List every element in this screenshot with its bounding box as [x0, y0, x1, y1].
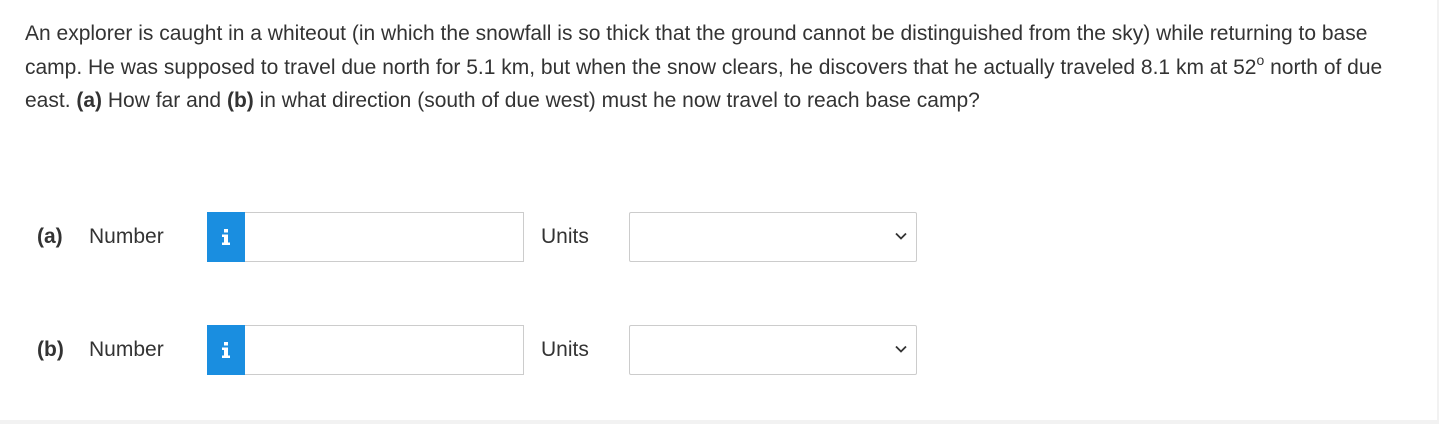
answer-row-a: (a) Number Units	[0, 212, 1000, 264]
chevron-down-icon	[895, 345, 907, 353]
part-a-marker: (a)	[76, 89, 103, 112]
chevron-down-icon	[895, 232, 907, 240]
answer-row-b: (b) Number Units	[0, 325, 1000, 377]
degree-symbol: o	[1256, 51, 1265, 68]
number-label-b: Number	[89, 338, 164, 361]
units-label-b: Units	[541, 338, 589, 361]
info-icon	[222, 342, 230, 358]
part-b-marker: (b)	[226, 89, 254, 112]
info-button-a[interactable]	[207, 212, 245, 262]
part-label-b: (b)	[37, 338, 64, 361]
question-text-part-1: An explorer is caught in a whiteout (in …	[25, 22, 1368, 79]
number-input-a[interactable]	[245, 212, 524, 262]
part-label-a: (a)	[37, 225, 63, 248]
question-panel: An explorer is caught in a whiteout (in …	[0, 0, 1439, 424]
question-text-part-4: in what direction (south of due west) mu…	[253, 89, 980, 112]
question-text-part-3: How far and	[102, 89, 227, 112]
number-input-b[interactable]	[245, 325, 524, 375]
question-text: An explorer is caught in a whiteout (in …	[25, 17, 1395, 118]
units-select-a[interactable]	[629, 212, 917, 262]
units-select-b[interactable]	[629, 325, 917, 375]
number-label-a: Number	[89, 225, 164, 248]
units-label-a: Units	[541, 225, 589, 248]
info-button-b[interactable]	[207, 325, 245, 375]
info-icon	[222, 229, 230, 245]
